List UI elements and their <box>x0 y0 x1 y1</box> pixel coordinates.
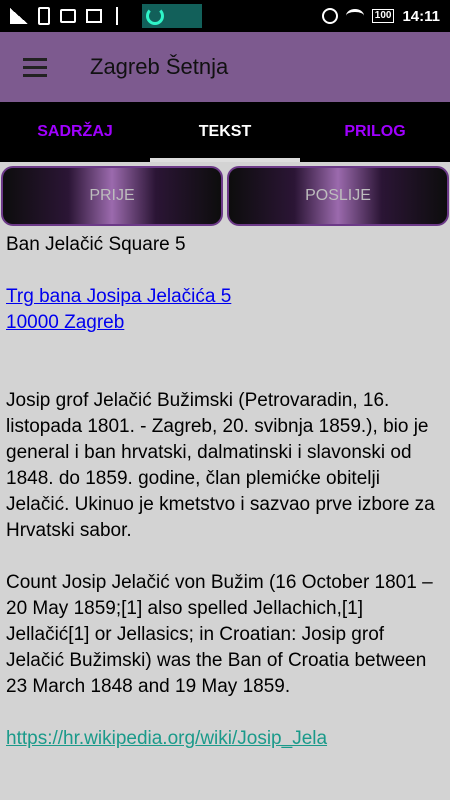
nav-buttons: PRIJE POSLIJE <box>0 166 450 226</box>
wiki-link[interactable]: https://hr.wikipedia.org/wiki/Josip_Jela <box>6 726 446 752</box>
image-icon <box>60 9 76 23</box>
article-heading: Ban Jelačić Square 5 <box>6 234 186 255</box>
address-link[interactable]: Trg bana Josipa Jelačića 5 10000 Zagreb <box>6 284 446 336</box>
address-line-2[interactable]: 10000 Zagreb <box>6 310 446 336</box>
tab-sadrzaj[interactable]: SADRŽAJ <box>0 102 150 162</box>
status-bar: 100 14:11 <box>0 0 450 32</box>
prev-button[interactable]: PRIJE <box>1 166 223 226</box>
next-button[interactable]: POSLIJE <box>227 166 449 226</box>
status-time: 14:11 <box>402 7 440 25</box>
wifi-icon <box>345 9 364 23</box>
article-content: Ban Jelačić Square 5 Trg bana Josipa Jel… <box>6 230 446 752</box>
app-title: Zagreb Šetnja <box>90 54 229 79</box>
tab-bar: SADRŽAJ TEKST PRILOG <box>0 102 450 162</box>
paragraph-english: Count Josip Jelačić von Bužim (16 Octobe… <box>6 572 433 697</box>
sim-icon <box>38 7 50 25</box>
alarm-icon <box>321 8 338 24</box>
usb-icon <box>116 7 128 25</box>
app-bar: Zagreb Šetnja <box>0 32 450 102</box>
app-notification-icon <box>142 4 202 28</box>
address-line-1[interactable]: Trg bana Josipa Jelačića 5 <box>6 284 446 310</box>
tab-tekst[interactable]: TEKST <box>150 102 300 162</box>
battery-icon: 100 <box>371 9 395 23</box>
mail-icon <box>86 9 102 23</box>
tab-prilog[interactable]: PRILOG <box>300 102 450 162</box>
hamburger-menu-icon[interactable] <box>0 32 70 102</box>
signal-icon <box>10 8 28 24</box>
paragraph-croatian: Josip grof Jelačić Bužimski (Petrovaradi… <box>6 390 435 541</box>
